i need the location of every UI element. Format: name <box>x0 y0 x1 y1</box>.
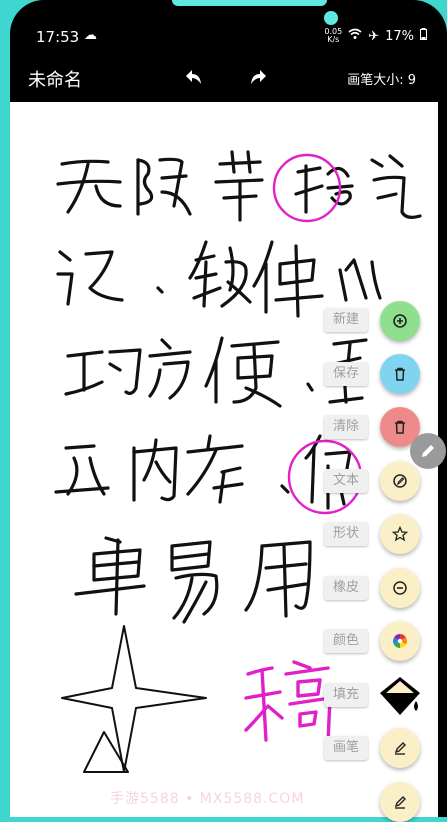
paint-bucket-icon <box>380 677 420 715</box>
triangle-shape <box>83 731 129 773</box>
menu-label-eraser[interactable]: 橡皮 <box>324 576 369 600</box>
document-title: 未命名 <box>28 70 82 91</box>
save-button[interactable] <box>380 354 420 394</box>
phone-frame: 17:53 ☁ 0.05 K/s ✈ 17% 未命名 画笔大小: 9 手游558… <box>0 0 447 822</box>
magenta-character <box>244 660 332 744</box>
stroke-row-1 <box>56 150 422 222</box>
trash-icon <box>395 420 405 434</box>
stroke-row-5 <box>74 536 312 624</box>
battery-icon <box>420 28 427 44</box>
undo-icon <box>186 70 201 84</box>
menu-label-new[interactable]: 新建 <box>324 308 369 332</box>
eraser-button[interactable] <box>380 568 420 608</box>
network-speed-unit: K/s <box>327 35 340 44</box>
edit-circle-icon <box>393 474 407 488</box>
weather-icon: ☁ <box>84 28 97 43</box>
pen-icon <box>394 796 406 809</box>
trash-icon <box>395 367 405 381</box>
drawing-canvas[interactable]: 手游5588 • MX5588.COM <box>10 102 438 817</box>
pen-toggle-button[interactable] <box>380 782 420 822</box>
redo-icon <box>251 70 266 84</box>
color-button[interactable] <box>380 621 420 661</box>
battery-percent: 17% <box>385 28 414 44</box>
menu-label-save[interactable]: 保存 <box>324 362 369 386</box>
status-right: 0.05 K/s ✈ 17% <box>324 28 427 44</box>
edge-pencil-button[interactable] <box>410 433 446 469</box>
network-speed: 0.05 K/s <box>324 28 342 44</box>
plus-circle-icon <box>393 314 407 328</box>
menu-label-pen[interactable]: 画笔 <box>324 736 369 760</box>
brush-size-label[interactable]: 画笔大小: 9 <box>347 69 416 88</box>
watermark-text: 手游5588 • MX5588.COM <box>110 791 305 807</box>
new-button[interactable] <box>380 301 420 341</box>
wifi-icon <box>348 28 362 44</box>
undo-button[interactable] <box>178 64 208 94</box>
app-bar: 未命名 画笔大小: 9 <box>10 56 447 100</box>
menu-label-color[interactable]: 颜色 <box>324 629 369 653</box>
shape-button[interactable] <box>380 514 420 554</box>
pen-button[interactable] <box>380 728 420 768</box>
menu-label-clear[interactable]: 清除 <box>324 415 369 439</box>
airplane-icon: ✈ <box>368 28 380 44</box>
pencil-icon <box>422 445 434 457</box>
star-shape <box>61 625 207 773</box>
menu-label-text[interactable]: 文本 <box>324 469 369 493</box>
handwriting-strokes <box>54 150 422 773</box>
stroke-row-2 <box>56 240 382 318</box>
status-time: 17:53 <box>36 28 80 46</box>
status-bar: 17:53 ☁ 0.05 K/s ✈ 17% <box>10 22 447 52</box>
minus-circle-icon <box>393 581 407 595</box>
stroke-row-3 <box>64 336 368 408</box>
text-button[interactable] <box>380 461 420 501</box>
menu-label-fill[interactable]: 填充 <box>324 683 369 707</box>
phone-top-accent <box>172 0 327 6</box>
star-icon <box>392 526 408 542</box>
menu-label-shape[interactable]: 形状 <box>324 522 369 546</box>
palette-icon <box>393 634 407 648</box>
redo-button[interactable] <box>244 64 274 94</box>
fill-button[interactable] <box>376 671 424 719</box>
pen-icon <box>394 742 406 755</box>
